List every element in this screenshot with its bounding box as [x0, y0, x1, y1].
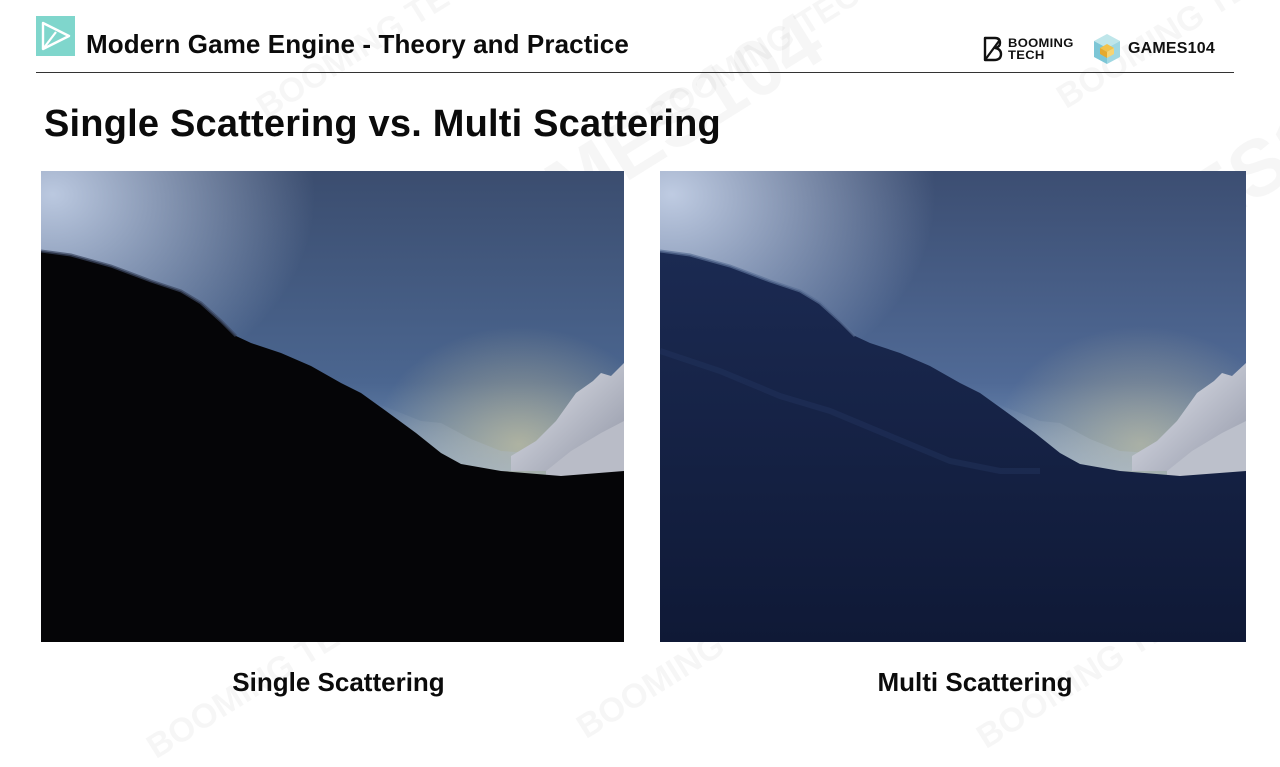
multi-scattering-caption: Multi Scattering	[877, 667, 1073, 697]
slide-title: Single Scattering vs. Multi Scattering	[44, 103, 721, 145]
games104-wordmark: GAMES104	[1128, 40, 1215, 57]
play-triangle-icon	[36, 16, 75, 56]
cube-icon	[1094, 34, 1120, 64]
games104-logo: GAMES104	[1092, 32, 1215, 66]
single-scattering-caption: Single Scattering	[232, 667, 445, 697]
slide-header: Modern Game Engine - Theory and Practice…	[0, 0, 1280, 74]
single-scattering-image	[41, 171, 624, 642]
course-title: Modern Game Engine - Theory and Practice	[86, 29, 629, 59]
booming-tech-logo: BOOMING TECH	[982, 34, 1074, 64]
booming-tech-mark-icon	[983, 36, 1003, 62]
multi-scattering-image	[660, 171, 1246, 642]
booming-tech-wordmark: BOOMING TECH	[1008, 36, 1074, 62]
header-divider	[36, 72, 1234, 73]
